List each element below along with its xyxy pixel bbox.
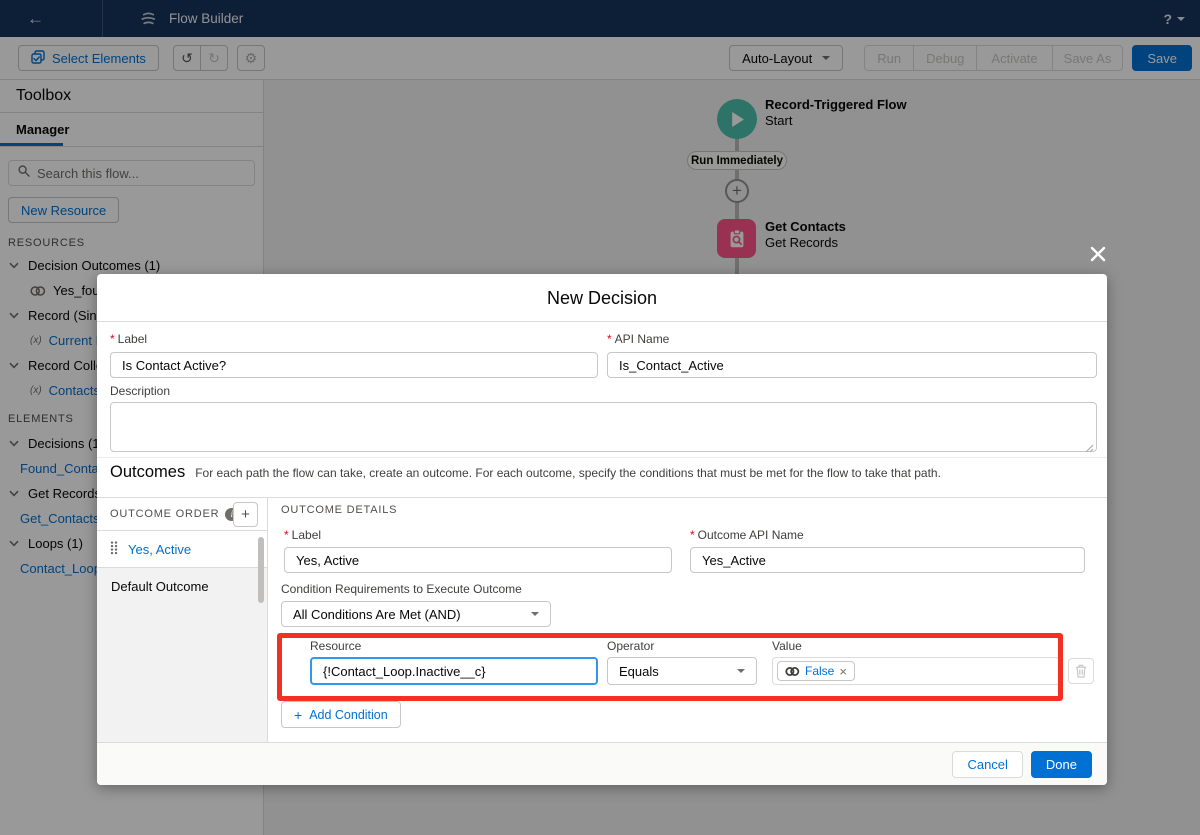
outcome-order-title: OUTCOME ORDER (110, 508, 219, 520)
outcome-list-scrollbar[interactable] (258, 537, 264, 603)
outcome-details-title: OUTCOME DETAILS (281, 504, 397, 516)
outcome-order-header: OUTCOME ORDER i + (97, 498, 267, 531)
outcome-item-yes-active[interactable]: Yes, Active (97, 531, 267, 568)
done-button[interactable]: Done (1031, 751, 1092, 778)
toggle-icon (785, 666, 800, 677)
condition-requirements-label: Condition Requirements to Execute Outcom… (281, 582, 522, 596)
api-name-field-label: API Name (607, 332, 669, 346)
description-textarea[interactable] (110, 402, 1097, 452)
operator-dropdown[interactable]: Equals (607, 657, 757, 685)
delete-condition-button[interactable] (1068, 658, 1094, 684)
value-pill-label: False (805, 664, 834, 678)
outcome-item-label: Default Outcome (111, 579, 209, 594)
modal-title: New Decision (97, 274, 1107, 322)
outcome-label-label: Label (284, 528, 321, 542)
remove-value-icon[interactable]: × (839, 664, 847, 679)
cancel-button[interactable]: Cancel (952, 751, 1022, 778)
outcomes-title: Outcomes (110, 463, 185, 482)
label-field-label: Label (110, 332, 147, 346)
outcome-api-name-input[interactable] (690, 547, 1085, 573)
value-label: Value (772, 639, 802, 653)
operator-value: Equals (619, 664, 659, 679)
label-input[interactable] (110, 352, 598, 378)
outcome-item-label: Yes, Active (128, 542, 191, 557)
condition-requirements-dropdown[interactable]: All Conditions Are Met (AND) (281, 601, 551, 627)
value-combobox[interactable]: False × (772, 657, 1060, 685)
modal-footer: Cancel Done (97, 742, 1107, 785)
chevron-down-icon (737, 669, 745, 673)
add-outcome-button[interactable]: + (233, 502, 258, 527)
divider (97, 457, 1107, 458)
trash-icon (1075, 664, 1087, 678)
outcome-label-input[interactable] (284, 547, 672, 573)
add-condition-button[interactable]: + Add Condition (281, 701, 401, 728)
close-icon (1090, 246, 1106, 262)
api-name-input[interactable] (607, 352, 1097, 378)
value-pill[interactable]: False × (777, 661, 855, 681)
new-decision-modal: New Decision Label API Name Description … (97, 274, 1107, 785)
operator-label: Operator (607, 639, 654, 653)
drag-handle-icon[interactable] (110, 541, 118, 558)
add-condition-label: Add Condition (309, 708, 388, 722)
plus-icon: + (294, 707, 302, 723)
resource-label: Resource (310, 639, 361, 653)
outcome-api-name-label: Outcome API Name (690, 528, 804, 542)
resource-input[interactable] (310, 657, 598, 685)
outcomes-heading: Outcomes For each path the flow can take… (110, 463, 941, 482)
outcomes-helper-text: For each path the flow can take, create … (195, 466, 941, 480)
condition-requirements-value: All Conditions Are Met (AND) (293, 607, 461, 622)
outcome-item-default[interactable]: Default Outcome (97, 568, 267, 605)
modal-close-button[interactable] (1087, 243, 1109, 265)
flow-builder-app: ← Flow Builder ? Select Elements (0, 0, 1200, 835)
chevron-down-icon (531, 612, 539, 616)
description-label: Description (110, 384, 170, 398)
outcome-order-panel: OUTCOME ORDER i + Yes, Active Default Ou… (97, 498, 268, 742)
